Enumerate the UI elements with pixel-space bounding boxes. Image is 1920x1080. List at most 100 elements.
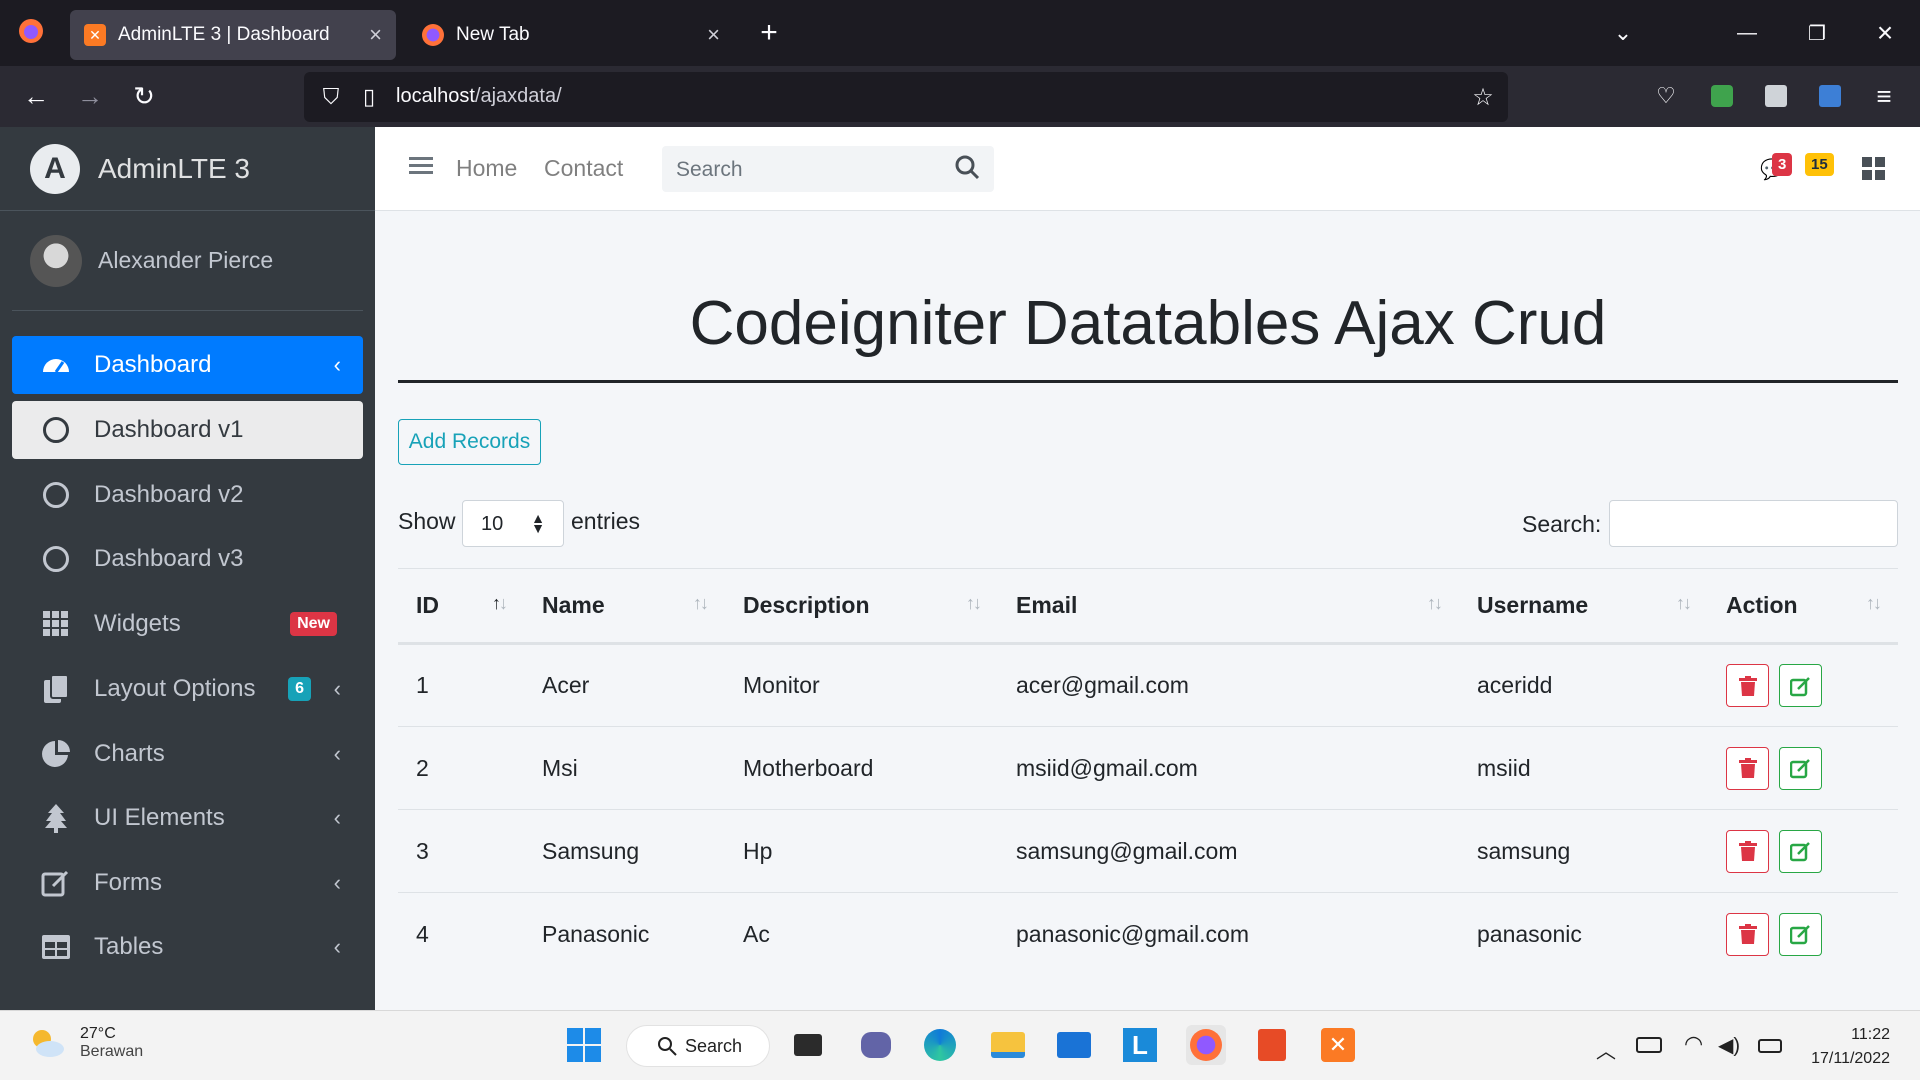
keyboard-icon[interactable] [1636,1037,1662,1053]
sidebar-item-charts[interactable]: Charts ‹ [12,725,363,783]
delete-button[interactable] [1726,829,1769,873]
reload-icon[interactable]: ↻ [126,78,162,114]
close-tab-icon[interactable]: × [369,22,382,48]
navbar-search-input[interactable]: Search [676,158,743,182]
table-header-row: ID ↑↓ Name ↑↓ Description ↑↓ Email ↑↓ Userna… [398,568,1898,645]
table-search-input[interactable] [1609,500,1898,547]
search-icon[interactable] [954,154,984,184]
notifications-dropdown[interactable]: 15 [1805,153,1847,183]
column-header-email[interactable]: Email ↑↓ [998,568,1459,645]
mail-icon[interactable] [1054,1025,1094,1065]
delete-button[interactable] [1726,912,1769,956]
edit-icon [1789,842,1810,862]
extension-green-icon[interactable] [1704,78,1740,114]
extension-profile-icon[interactable] [1758,78,1794,114]
file-explorer-icon[interactable] [988,1025,1028,1065]
url-bar[interactable]: ⛉ ▯ localhost/ajaxdata/ ☆ [304,72,1508,122]
edge-icon[interactable] [920,1025,960,1065]
sidebar-item-dashboard-v3[interactable]: Dashboard v3 [12,530,363,588]
close-tab-icon[interactable]: × [707,22,720,48]
list-tabs-chevron-icon[interactable]: ⌄ [1606,16,1640,50]
cell-description: Motherboard [725,726,998,810]
weather-widget[interactable]: 27°C Berawan [28,1025,143,1061]
xampp-icon[interactable]: ✕ [1318,1025,1358,1065]
sidebar-item-ui-elements[interactable]: UI Elements ‹ [12,789,363,847]
edit-button[interactable] [1779,829,1822,873]
firefox-icon[interactable] [1186,1025,1226,1065]
sort-icon: ↑↓ [693,593,709,613]
task-view-icon[interactable] [788,1025,828,1065]
delete-button[interactable] [1726,746,1769,790]
sidebar-toggle-icon[interactable] [409,155,435,181]
url-text[interactable]: localhost/ajaxdata/ [396,85,562,108]
extension-blue-icon[interactable] [1812,78,1848,114]
volume-icon[interactable]: ◀) [1718,1033,1740,1058]
close-window-icon[interactable]: × [1868,16,1902,50]
xampp-tab-icon: ✕ [84,24,106,46]
table-row: 2 Msi Motherboard msiid@gmail.com msiid [398,726,1898,810]
sidebar-item-dashboard-v1[interactable]: Dashboard v1 [12,401,363,459]
new-tab-plus-icon[interactable]: + [752,16,786,50]
apps-grid-icon[interactable] [1862,157,1888,183]
minimize-icon[interactable]: — [1730,16,1764,50]
add-records-button[interactable]: Add Records [398,419,541,465]
circle-icon [40,543,72,575]
cell-email: panasonic@gmail.com [998,892,1459,976]
cell-id: 2 [398,726,524,810]
show-label: Show [398,508,456,534]
forward-arrow-icon[interactable]: → [72,78,108,114]
weather-temp: 27°C [80,1025,116,1042]
nav-contact-link[interactable]: Contact [544,155,623,182]
tray-chevron-up-icon[interactable]: ︿ [1596,1035,1616,1064]
edit-button[interactable] [1779,912,1822,956]
back-arrow-icon[interactable]: ← [18,78,54,114]
delete-button[interactable] [1726,664,1769,707]
cell-description: Monitor [725,643,998,727]
cell-email: samsung@gmail.com [998,809,1459,893]
navbar-search[interactable]: Search [662,146,994,192]
taskbar-search-label: Search [685,1035,743,1056]
teams-chat-icon[interactable] [856,1025,896,1065]
battery-icon[interactable] [1758,1039,1782,1053]
column-header-name[interactable]: Name ↑↓ [524,568,725,645]
sidebar-item-label: Forms [94,869,162,896]
windows-start-icon[interactable] [564,1025,604,1065]
nav-home-link[interactable]: Home [456,155,517,182]
entries-length-select[interactable]: 10 ▲ ▼ [462,500,564,547]
column-header-id[interactable]: ID ↑↓ [398,568,524,645]
tab-adminlte-dashboard[interactable]: ✕ AdminLTE 3 | Dashboard × [70,10,396,60]
column-header-action[interactable]: Action ↑↓ [1708,568,1898,645]
avatar [30,234,82,287]
table-row: 3 Samsung Hp samsung@gmail.com samsung [398,809,1898,893]
column-header-description[interactable]: Description ↑↓ [725,568,998,645]
partly-cloudy-icon [28,1027,66,1059]
user-panel[interactable]: Alexander Pierce [12,211,363,311]
cell-username: aceridd [1459,643,1708,727]
shield-icon[interactable]: ⛉ [316,82,346,112]
sidebar-item-dashboard-v2[interactable]: Dashboard v2 [12,466,363,524]
pocket-icon[interactable]: ♡ [1648,78,1684,114]
sidebar-item-widgets[interactable]: Widgets New [12,595,363,653]
main-sidebar: A AdminLTE 3 Alexander Pierce Dashboard … [0,127,375,1010]
l-app-icon[interactable]: L [1120,1025,1160,1065]
wifi-icon[interactable]: ◠ [1684,1031,1703,1057]
sidebar-item-dashboard[interactable]: Dashboard ‹ [12,336,363,394]
sidebar-item-layout-options[interactable]: Layout Options 6 ‹ [12,660,363,718]
hamburger-menu-icon[interactable]: ≡ [1866,78,1902,114]
taskbar-search[interactable]: Search [626,1025,770,1067]
firefox-menu-icon[interactable] [14,14,48,48]
sidebar-item-forms[interactable]: Forms ‹ [12,854,363,912]
cell-id: 1 [398,643,524,727]
edit-button[interactable] [1779,746,1822,790]
edit-button[interactable] [1779,664,1822,707]
column-header-username[interactable]: Username ↑↓ [1459,568,1708,645]
bookmark-star-icon[interactable]: ☆ [1468,82,1498,112]
system-clock[interactable]: 11:22 17/11/2022 [1811,1023,1890,1071]
brand-link[interactable]: A AdminLTE 3 [0,127,375,211]
messages-dropdown[interactable]: 💬 3 [1760,153,1796,183]
restore-icon[interactable]: ❐ [1800,16,1834,50]
cell-description: Ac [725,892,998,976]
sidebar-item-tables[interactable]: Tables ‹ [12,918,363,976]
office-icon[interactable] [1252,1025,1292,1065]
tab-new-tab[interactable]: New Tab × [408,10,734,60]
